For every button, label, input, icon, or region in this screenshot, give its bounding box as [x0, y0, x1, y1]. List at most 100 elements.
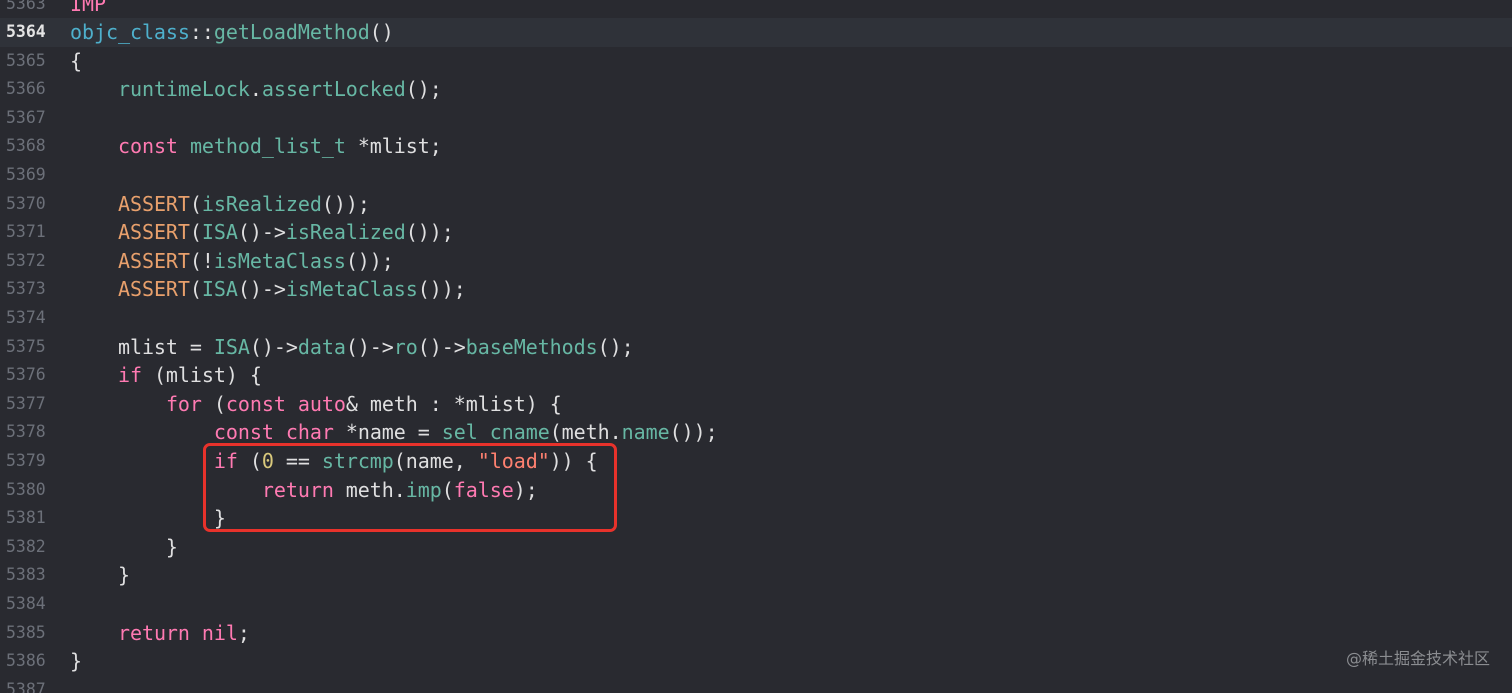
code-text: }: [70, 647, 82, 676]
code-token: ;: [237, 620, 250, 645]
code-line[interactable]: 5365 {: [0, 47, 1512, 76]
code-editor[interactable]: 5363 IMP 5364 objc_class::getLoadMethod() 53…: [0, 0, 1512, 693]
code-token: false: [453, 477, 514, 502]
code-token: (: [189, 277, 202, 302]
code-line[interactable]: 5378 const char *name = sel_cname(meth.n…: [0, 418, 1512, 447]
code-token: ();: [597, 334, 634, 359]
line-number: 5374: [6, 308, 46, 328]
code-line[interactable]: 5383 }: [0, 561, 1512, 590]
code-line[interactable]: 5386}: [0, 647, 1512, 676]
code-line[interactable]: 5364 objc_class::getLoadMethod(): [0, 18, 1512, 47]
code-token: ASSERT: [117, 220, 190, 245]
line-number: 5373: [6, 279, 46, 299]
line-number: 5379: [6, 451, 46, 470]
code-token: ASSERT: [117, 277, 190, 302]
code-token: isRealized: [201, 191, 322, 216]
code-text: }: [70, 533, 178, 562]
code-line[interactable]: 5373 ASSERT(ISA()->isMetaClass());: [0, 275, 1512, 304]
code-token: data: [297, 334, 346, 359]
code-token: (meth.: [549, 420, 622, 445]
code-line[interactable]: 5380 return meth.imp(false);: [0, 476, 1512, 505]
code-token: (: [201, 391, 226, 416]
line-number: 5368: [6, 136, 46, 156]
code-text: const method_list_t *mlist;: [70, 132, 442, 161]
code-lines: 5363 IMP 5364 objc_class::getLoadMethod() 53…: [0, 0, 1512, 693]
code-line[interactable]: 5376 if (mlist) {: [0, 361, 1512, 390]
code-line[interactable]: 5367: [0, 104, 1512, 133]
code-line[interactable]: 5369: [0, 161, 1512, 190]
code-line[interactable]: 5375 mlist = ISA()->data()->ro()->baseMe…: [0, 333, 1512, 362]
code-token: }: [70, 563, 130, 588]
code-text: IMP: [70, 0, 106, 18]
code-token: {: [70, 48, 82, 73]
code-text: for (const auto& meth : *mlist) {: [70, 390, 562, 419]
code-line[interactable]: 5381 }: [0, 504, 1512, 533]
code-token: ==: [273, 449, 322, 473]
code-token: isMetaClass: [285, 277, 418, 302]
code-token: ()->: [417, 334, 466, 359]
code-token: nil: [201, 620, 238, 645]
code-token: (): [369, 20, 394, 45]
line-number: 5372: [6, 250, 46, 270]
code-token: (: [237, 449, 262, 473]
code-line[interactable]: 5370 ASSERT(isRealized());: [0, 190, 1512, 219]
code-token: (!: [189, 248, 214, 273]
line-number: 5378: [6, 422, 46, 442]
code-token: const: [117, 134, 178, 159]
code-token: auto: [297, 391, 346, 416]
code-token: ()->: [237, 220, 286, 245]
code-line[interactable]: 5387: [0, 676, 1512, 693]
code-token: ();: [405, 77, 442, 102]
code-line[interactable]: 5377 for (const auto& meth : *mlist) {: [0, 390, 1512, 419]
code-token: ()->: [345, 334, 394, 359]
code-token: if: [117, 363, 142, 388]
code-token: ISA: [213, 334, 250, 359]
line-number: 5381: [6, 508, 46, 528]
code-token: & meth : *mlist) {: [345, 391, 562, 416]
code-token: isMetaClass: [213, 248, 346, 273]
line-number: 5385: [6, 622, 46, 642]
code-line[interactable]: 5372 ASSERT(!isMetaClass());: [0, 247, 1512, 276]
code-text: mlist = ISA()->data()->ro()->baseMethods…: [70, 333, 634, 362]
code-line[interactable]: 5379 if (0 == strcmp(name, "load")) {: [0, 447, 1512, 476]
line-number: 5383: [6, 565, 46, 585]
code-token: return: [117, 620, 190, 645]
code-token: assertLocked: [261, 77, 406, 102]
code-line[interactable]: 5382 }: [0, 533, 1512, 562]
code-line[interactable]: 5368 const method_list_t *mlist;: [0, 132, 1512, 161]
line-number: 5371: [6, 222, 46, 242]
watermark: @稀土掘金技术社区: [1345, 649, 1490, 668]
code-token: ());: [417, 277, 466, 302]
code-token: *name =: [333, 420, 442, 445]
code-token: ()->: [237, 277, 286, 302]
code-line[interactable]: 5385 return nil;: [0, 619, 1512, 648]
line-number: 5367: [6, 107, 46, 127]
code-token: ());: [345, 248, 394, 273]
code-line[interactable]: 5384: [0, 590, 1512, 619]
line-number: 5375: [6, 336, 46, 356]
code-token: runtimeLock: [117, 77, 250, 102]
code-line[interactable]: 5363 IMP: [0, 0, 1512, 18]
code-line[interactable]: 5371 ASSERT(ISA()->isRealized());: [0, 218, 1512, 247]
code-line[interactable]: 5366 runtimeLock.assertLocked();: [0, 75, 1512, 104]
code-text: ASSERT(ISA()->isMetaClass());: [70, 275, 466, 304]
code-token: char: [285, 420, 334, 445]
code-token: IMP: [70, 0, 106, 16]
code-token: isRealized: [285, 220, 406, 245]
line-number: 5377: [6, 393, 46, 413]
code-text: objc_class::getLoadMethod(): [70, 18, 394, 47]
code-line[interactable]: 5374: [0, 304, 1512, 333]
code-text: ASSERT(!isMetaClass());: [70, 247, 394, 276]
code-token: 0: [261, 449, 274, 473]
code-token: baseMethods: [465, 334, 598, 359]
